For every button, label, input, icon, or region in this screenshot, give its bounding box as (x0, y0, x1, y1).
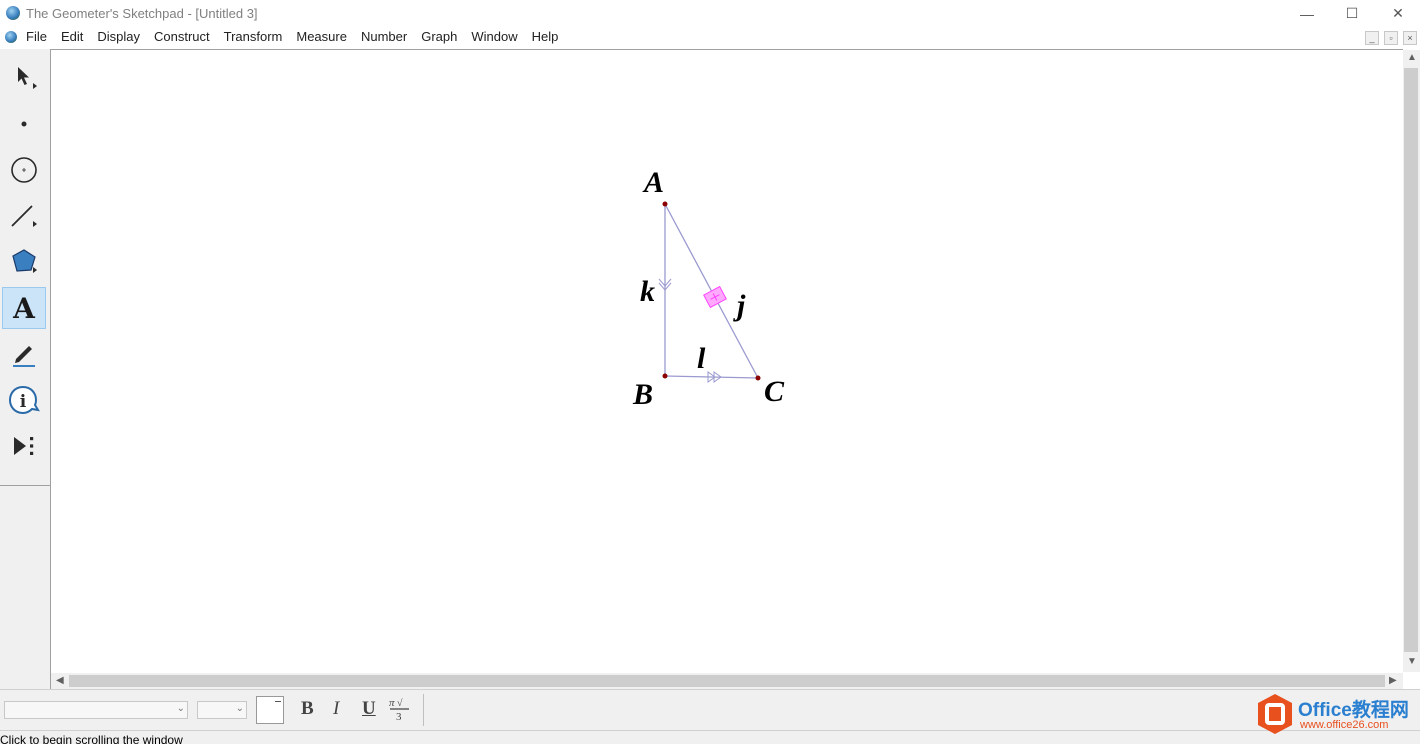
play-menu-icon (14, 437, 34, 455)
menu-measure[interactable]: Measure (296, 29, 347, 44)
office-logo-icon (1258, 694, 1292, 734)
status-text: Click to begin scrolling the window (0, 733, 183, 744)
svg-text:√: √ (397, 698, 403, 709)
selection-arrow-tool[interactable] (2, 57, 46, 99)
scroll-right-icon[interactable]: ▶ (1389, 675, 1397, 686)
point-c[interactable] (755, 375, 761, 381)
compass-tool[interactable] (2, 149, 46, 191)
menu-construct[interactable]: Construct (154, 29, 210, 44)
sketch-canvas[interactable]: A B C k j l (51, 49, 1403, 674)
vertical-scroll-thumb[interactable] (1404, 68, 1418, 652)
scroll-up-icon[interactable]: ▲ (1407, 52, 1417, 63)
menu-edit[interactable]: Edit (61, 29, 83, 44)
watermark-logo: Office教程网 www.office26.com (1256, 693, 1420, 737)
point-b[interactable] (662, 373, 668, 379)
mdi-minimize-button[interactable]: _ (1365, 31, 1379, 45)
point-tool[interactable] (2, 103, 46, 145)
sketch-drawing: A B C k j l (632, 166, 785, 411)
document-icon[interactable] (5, 31, 17, 43)
close-button[interactable]: ✕ (1375, 0, 1420, 27)
mdi-close-button[interactable]: × (1403, 31, 1417, 45)
menu-help[interactable]: Help (532, 29, 559, 44)
underline-button[interactable]: U (362, 698, 376, 720)
title-bar: The Geometer's Sketchpad - [Untitled 3] … (0, 0, 1420, 27)
maximize-button[interactable]: ☐ (1329, 0, 1375, 27)
menu-bar: File Edit Display Construct Transform Me… (0, 27, 1420, 48)
segment-l[interactable] (664, 375, 759, 379)
menu-display[interactable]: Display (97, 29, 140, 44)
marker-tool[interactable] (2, 333, 46, 375)
sketchpad-app-icon[interactable] (6, 6, 20, 20)
straightedge-tool[interactable] (2, 195, 46, 237)
color-swatch-mark (275, 701, 281, 702)
segment-k-label[interactable]: k (640, 275, 655, 308)
text-format-toolbar: ⌄ ⌄ B I U π √ 3 (0, 689, 1420, 730)
font-size-select[interactable]: ⌄ (197, 701, 247, 719)
horizontal-scroll-thumb[interactable] (69, 675, 1385, 687)
svg-text:π: π (389, 697, 395, 709)
svg-text:i: i (20, 392, 27, 412)
horizontal-scrollbar[interactable]: ◀ ▶ (51, 673, 1403, 689)
point-a[interactable] (662, 201, 668, 207)
scroll-down-icon[interactable]: ▼ (1407, 656, 1417, 667)
segment-j-label[interactable]: j (733, 289, 746, 322)
bold-button[interactable]: B (301, 698, 314, 720)
font-family-select[interactable]: ⌄ (4, 701, 188, 719)
pen-icon (13, 346, 35, 367)
segment-icon (11, 205, 37, 227)
toolbox-divider (0, 485, 50, 486)
scroll-left-icon[interactable]: ◀ (56, 675, 64, 686)
mdi-restore-button[interactable]: ▫ (1384, 31, 1398, 45)
chevron-down-icon: ⌄ (235, 703, 244, 714)
watermark-url: www.office26.com (1300, 719, 1389, 731)
status-bar: Click to begin scrolling the window (0, 730, 1420, 744)
menu-number[interactable]: Number (361, 29, 407, 44)
svg-text:3: 3 (396, 711, 402, 723)
point-c-label[interactable]: C (764, 375, 785, 408)
toolbar-divider (423, 694, 424, 726)
arrow-icon (18, 67, 37, 89)
chevron-down-icon: ⌄ (176, 703, 185, 714)
menu-window[interactable]: Window (471, 29, 517, 44)
point-a-label[interactable]: A (642, 166, 664, 199)
menu-graph[interactable]: Graph (421, 29, 457, 44)
toolbox: A i (0, 49, 51, 689)
custom-tool[interactable] (2, 425, 46, 467)
polygon-tool[interactable] (2, 241, 46, 283)
polygon-icon (12, 249, 37, 273)
text-tool[interactable]: A (2, 287, 46, 329)
math-format-icon[interactable]: π √ 3 (387, 695, 413, 723)
watermark-brand: Office教程网 (1298, 700, 1409, 721)
menu-transform[interactable]: Transform (224, 29, 283, 44)
segment-l-label[interactable]: l (697, 342, 706, 375)
point-b-label[interactable]: B (632, 378, 653, 411)
circle-icon (11, 157, 37, 183)
text-a-icon: A (13, 291, 35, 325)
italic-button[interactable]: I (333, 698, 339, 720)
vertical-scrollbar[interactable]: ▲ ▼ (1403, 50, 1420, 672)
information-tool[interactable]: i (2, 379, 46, 421)
info-icon: i (8, 385, 40, 415)
text-color-swatch[interactable] (256, 696, 284, 724)
segment-j-marker (703, 285, 727, 309)
window-title: The Geometer's Sketchpad - [Untitled 3] (26, 6, 258, 21)
point-icon (21, 121, 27, 127)
minimize-button[interactable]: — (1284, 0, 1330, 27)
menu-file[interactable]: File (26, 29, 47, 44)
